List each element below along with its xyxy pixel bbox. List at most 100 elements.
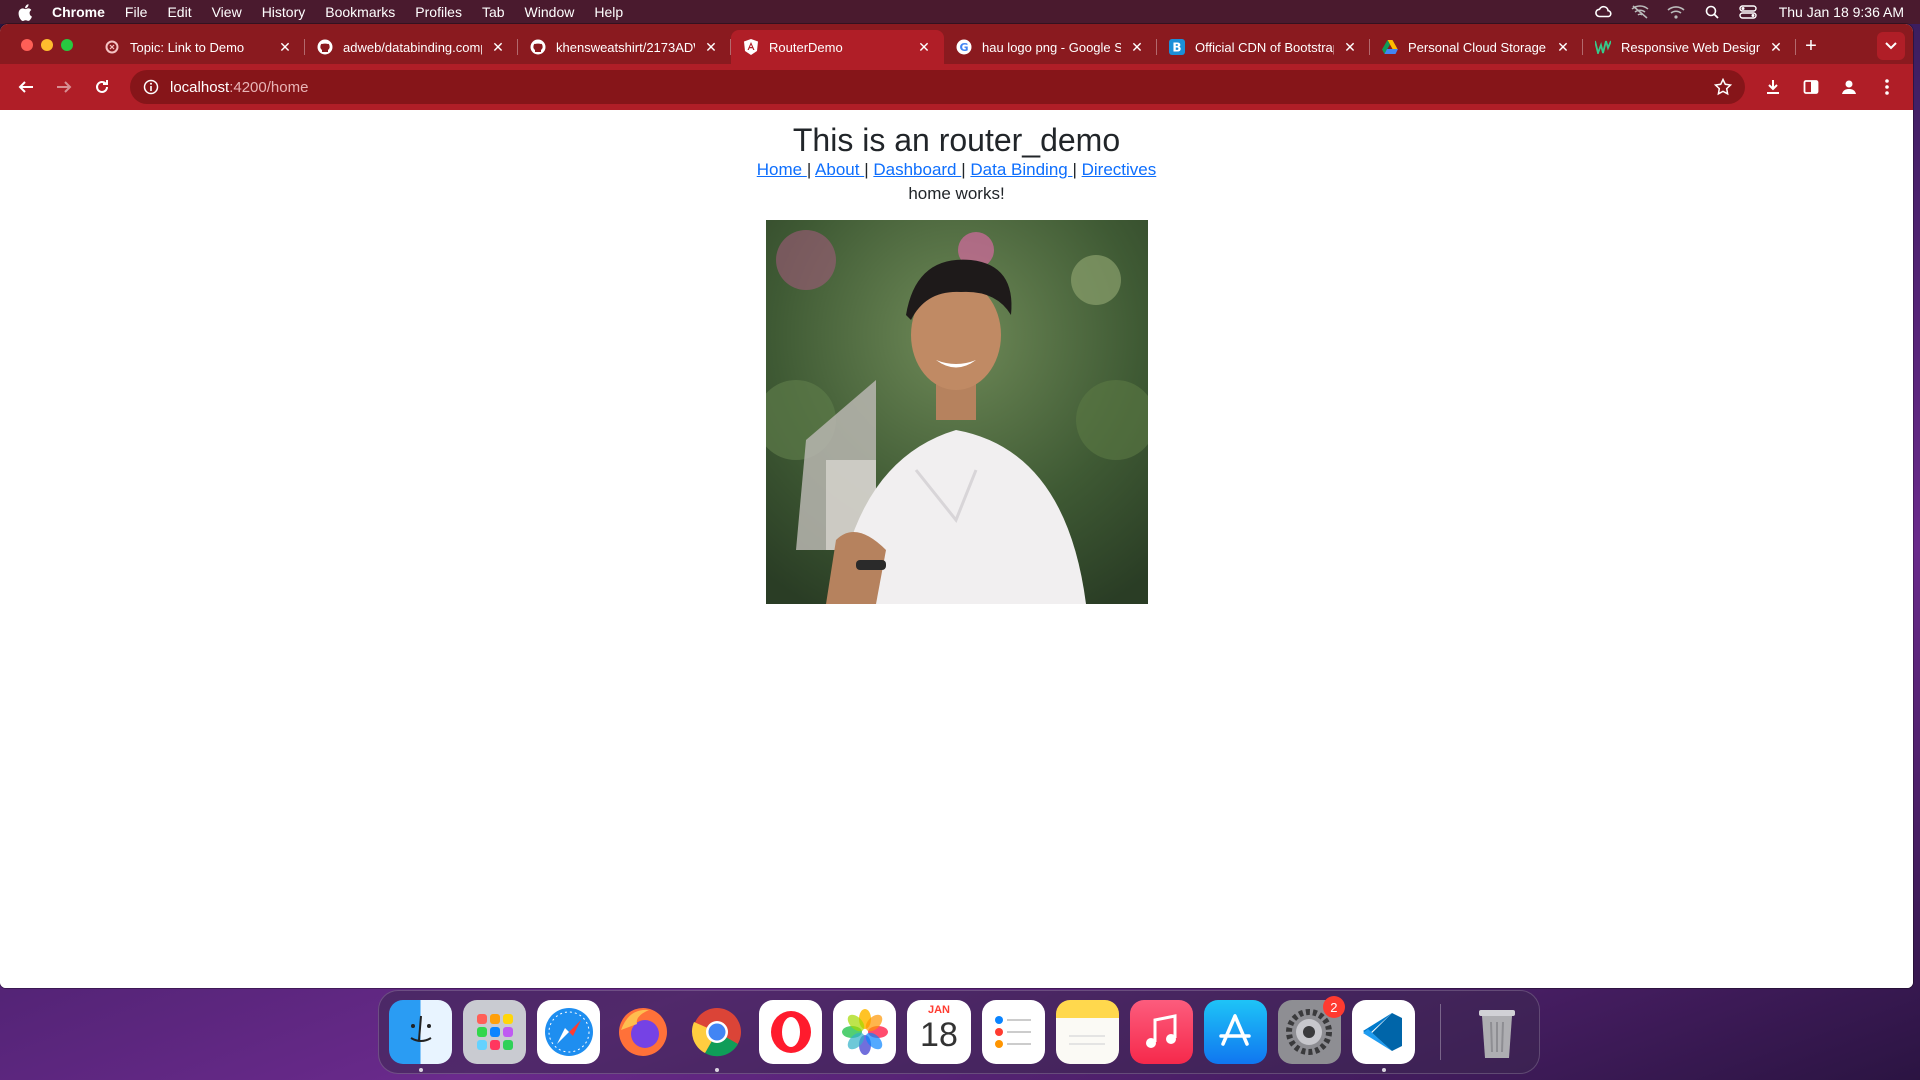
tab-strip: Topic: Link to Demo ✕ adweb/databinding.…	[0, 24, 1913, 64]
chrome-icon	[691, 1008, 741, 1057]
github-icon	[317, 39, 333, 55]
firefox-icon	[618, 1008, 667, 1056]
opera-icon	[770, 1011, 811, 1053]
tab-khensweatshirt[interactable]: khensweatshirt/2173ADW ✕	[518, 30, 731, 64]
nav-separator: |	[864, 160, 869, 179]
close-tab-icon[interactable]: ✕	[1555, 39, 1571, 55]
site-info-icon[interactable]	[142, 78, 160, 96]
tab-title: Topic: Link to Demo	[130, 39, 245, 55]
dock-launchpad[interactable]	[463, 1000, 527, 1064]
tab-routerdemo[interactable]: RouterDemo ✕	[731, 30, 944, 64]
wifi-icon[interactable]	[1667, 5, 1685, 19]
window-controls	[21, 39, 73, 51]
page-content: This is an router_demo Home | About | Da…	[0, 110, 1913, 988]
spotlight-search-icon[interactable]	[1703, 5, 1721, 19]
dock-reminders[interactable]	[981, 1000, 1045, 1064]
url-path: :4200/home	[229, 78, 309, 96]
close-tab-icon[interactable]: ✕	[490, 39, 506, 55]
angular-icon	[743, 39, 759, 55]
back-button[interactable]	[10, 71, 42, 103]
zoom-window-button[interactable]	[61, 39, 73, 51]
menu-history[interactable]: History	[262, 4, 306, 20]
close-tab-icon[interactable]: ✕	[1768, 39, 1784, 55]
menu-bar-clock[interactable]: Thu Jan 18 9:36 AM	[1779, 4, 1904, 20]
dock: JAN 18 2	[378, 990, 1540, 1074]
menu-window[interactable]: Window	[525, 4, 575, 20]
menu-app-chrome[interactable]: Chrome	[52, 4, 105, 20]
launchpad-icon	[476, 1014, 513, 1050]
close-tab-icon[interactable]: ✕	[1129, 39, 1145, 55]
nav-link-data-binding[interactable]: Data Binding	[970, 160, 1072, 179]
tabs: Topic: Link to Demo ✕ adweb/databinding.…	[92, 30, 1796, 64]
bootstrap-icon: B	[1169, 39, 1185, 55]
dock-app-store[interactable]	[1203, 1000, 1267, 1064]
menu-view[interactable]: View	[212, 4, 242, 20]
google-icon: G	[956, 39, 972, 55]
nav-separator: |	[961, 160, 966, 179]
dock-photos[interactable]	[833, 1000, 897, 1064]
more-options-icon[interactable]	[1871, 71, 1903, 103]
dock-finder[interactable]	[389, 1000, 453, 1072]
address-bar[interactable]: localhost:4200/home	[130, 70, 1745, 104]
creative-cloud-icon[interactable]	[1594, 5, 1613, 19]
forward-button[interactable]	[48, 71, 80, 103]
downloads-icon[interactable]	[1757, 71, 1789, 103]
calendar-day: 18	[920, 1016, 958, 1054]
close-tab-icon[interactable]: ✕	[1342, 39, 1358, 55]
profile-avatar-icon[interactable]	[1833, 71, 1865, 103]
menu-bar: Chrome File Edit View History Bookmarks …	[0, 0, 1920, 24]
bookmark-star-icon[interactable]	[1713, 77, 1733, 97]
reminders-icon	[995, 1016, 1032, 1048]
vscode-icon	[1363, 1013, 1403, 1051]
chrome-window: Topic: Link to Demo ✕ adweb/databinding.…	[0, 24, 1913, 988]
menu-profiles[interactable]: Profiles	[415, 4, 462, 20]
nav-link-home[interactable]: Home	[757, 160, 807, 179]
reload-button[interactable]	[86, 71, 118, 103]
dock-opera[interactable]	[759, 1000, 823, 1064]
tab-title: RouterDemo	[769, 39, 843, 55]
tab-adweb-databinding[interactable]: adweb/databinding.comp ✕	[305, 30, 518, 64]
network-off-icon[interactable]	[1631, 5, 1649, 19]
close-tab-icon[interactable]: ✕	[277, 39, 293, 55]
minimize-window-button[interactable]	[41, 39, 53, 51]
dock-separator	[1439, 1004, 1441, 1060]
dock-chrome[interactable]	[685, 1000, 748, 1072]
close-tab-icon[interactable]: ✕	[703, 39, 719, 55]
dock-firefox[interactable]	[611, 1000, 674, 1064]
control-center-icon[interactable]	[1738, 5, 1757, 19]
side-panel-icon[interactable]	[1795, 71, 1827, 103]
running-indicator	[419, 1068, 423, 1072]
tab-hau-logo-search[interactable]: G hau logo png - Google Se ✕	[944, 30, 1157, 64]
menu-bookmarks[interactable]: Bookmarks	[325, 4, 395, 20]
tab-google-drive[interactable]: Personal Cloud Storage & ✕	[1370, 30, 1583, 64]
forward-arrow-icon	[57, 81, 72, 93]
dock-system-settings[interactable]: 2	[1277, 996, 1345, 1064]
tab-search-button[interactable]	[1877, 32, 1905, 60]
running-indicator	[1381, 1068, 1386, 1072]
safari-icon	[544, 1008, 593, 1056]
dock-music[interactable]	[1129, 1000, 1193, 1064]
apple-menu-icon[interactable]	[16, 3, 34, 21]
close-tab-icon[interactable]: ✕	[916, 39, 932, 55]
nav-link-directives[interactable]: Directives	[1082, 160, 1157, 179]
tab-topic-link-to-demo[interactable]: Topic: Link to Demo ✕	[92, 30, 305, 64]
dock-notes[interactable]	[1055, 1000, 1119, 1064]
router-outlet-text: home works!	[908, 184, 1005, 203]
google-drive-icon	[1382, 39, 1398, 55]
nav-link-about[interactable]: About	[815, 160, 864, 179]
close-window-button[interactable]	[21, 39, 33, 51]
menu-help[interactable]: Help	[594, 4, 623, 20]
tab-bootstrap-cdn[interactable]: B Official CDN of Bootstrap ✕	[1157, 30, 1370, 64]
tab-responsive-web-design[interactable]: Responsive Web Design | ✕	[1583, 30, 1796, 64]
router-nav: Home | About | Dashboard | Data Binding …	[0, 160, 1913, 180]
dock-calendar[interactable]: JAN 18	[907, 1000, 971, 1064]
menu-edit[interactable]: Edit	[167, 4, 191, 20]
menu-file[interactable]: File	[125, 4, 148, 20]
dock-vscode[interactable]	[1351, 1000, 1415, 1072]
new-tab-button[interactable]: +	[1799, 35, 1823, 57]
tab-title: Official CDN of Bootstrap	[1195, 39, 1334, 55]
nav-link-dashboard[interactable]: Dashboard	[873, 160, 961, 179]
menu-tab[interactable]: Tab	[482, 4, 505, 20]
dock-safari[interactable]	[537, 1000, 601, 1064]
dock-trash[interactable]	[1466, 1000, 1529, 1064]
